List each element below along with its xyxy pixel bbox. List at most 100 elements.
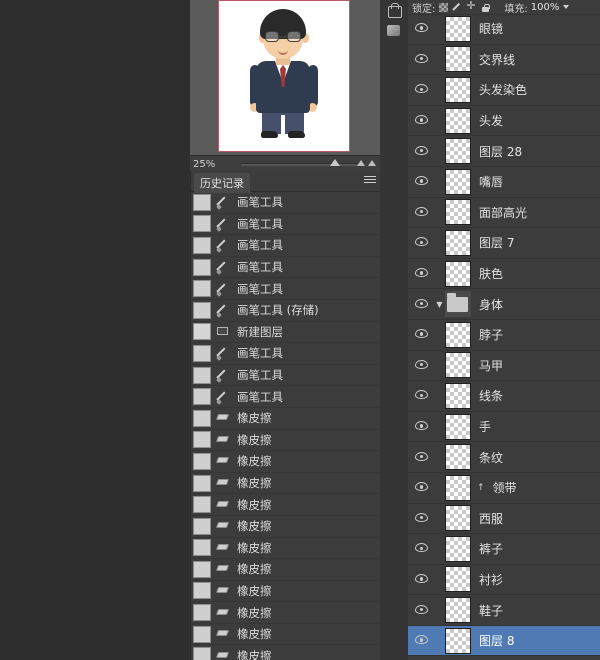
layer-name[interactable]: 头发染色 xyxy=(479,81,527,98)
table-row[interactable]: 脖子 xyxy=(408,320,600,351)
layer-visibility-toggle[interactable] xyxy=(408,512,434,525)
layer-thumbnail[interactable] xyxy=(445,566,471,593)
collapsed-panel-strip[interactable] xyxy=(380,0,409,660)
layer-thumbnail[interactable] xyxy=(445,76,471,103)
layer-name[interactable]: 图层 8 xyxy=(479,632,514,649)
layer-name[interactable]: 嘴唇 xyxy=(479,173,503,190)
lock-button-group[interactable] xyxy=(439,0,490,12)
layer-thumbnail[interactable] xyxy=(445,535,471,562)
layer-thumbnail[interactable] xyxy=(445,107,471,134)
layer-name[interactable]: 图层 28 xyxy=(479,143,522,160)
layer-thumbnail[interactable] xyxy=(445,597,471,624)
layer-name[interactable]: 交界线 xyxy=(479,51,515,68)
canvas-artboard[interactable] xyxy=(218,0,350,152)
history-panel[interactable]: 历史记录 画笔工具 画笔工具 画笔工具 画笔工具 画笔工具 画笔工具 (存储) … xyxy=(190,171,381,660)
layer-visibility-toggle[interactable] xyxy=(408,175,434,188)
layer-visibility-toggle[interactable] xyxy=(408,22,434,35)
zoom-slider[interactable] xyxy=(235,156,380,172)
tab-history[interactable]: 历史记录 xyxy=(194,173,250,193)
history-list[interactable]: 画笔工具 画笔工具 画笔工具 画笔工具 画笔工具 画笔工具 (存储) 新建图层 … xyxy=(191,192,381,660)
layer-name[interactable]: 领带 xyxy=(493,479,517,496)
list-item[interactable]: 新建图层 xyxy=(191,322,381,344)
zoom-slider-thumb[interactable] xyxy=(330,159,340,166)
lock-all-icon[interactable] xyxy=(481,3,490,12)
layer-thumbnail[interactable] xyxy=(445,474,471,501)
layers-panel[interactable]: 锁定: 填充: 100% 眼镜 xyxy=(408,0,600,660)
chevron-down-icon[interactable] xyxy=(563,5,570,9)
layer-name[interactable]: 衬衫 xyxy=(479,571,503,588)
group-disclosure-triangle-icon[interactable]: ▼ xyxy=(434,300,445,309)
list-item[interactable]: 橡皮擦 xyxy=(191,645,381,660)
layer-visibility-toggle[interactable] xyxy=(408,328,434,341)
table-row[interactable]: 图层 7 xyxy=(408,228,600,259)
layer-visibility-toggle[interactable] xyxy=(408,389,434,402)
panel-menu-icon[interactable] xyxy=(364,176,376,186)
layer-name[interactable]: 面部高光 xyxy=(479,204,527,221)
layer-name[interactable]: 头发 xyxy=(479,112,503,129)
table-row[interactable]: 面部高光 xyxy=(408,198,600,229)
layer-visibility-toggle[interactable] xyxy=(408,206,434,219)
layer-visibility-toggle[interactable] xyxy=(408,542,434,555)
table-row[interactable]: 西服 xyxy=(408,504,600,535)
zoom-level-value[interactable]: 25% xyxy=(190,159,235,170)
layer-thumbnail[interactable] xyxy=(445,413,471,440)
list-item[interactable]: 橡皮擦 xyxy=(191,516,381,538)
table-row[interactable]: 眼镜 xyxy=(408,14,600,45)
list-item[interactable]: 画笔工具 (存储) xyxy=(191,300,381,322)
layer-thumbnail[interactable] xyxy=(445,627,471,654)
layer-thumbnail[interactable] xyxy=(445,46,471,73)
layer-visibility-toggle[interactable] xyxy=(408,53,434,66)
table-row[interactable]: ↑ 领带 xyxy=(408,473,600,504)
layer-name[interactable]: 西服 xyxy=(479,510,503,527)
document-canvas-area[interactable] xyxy=(190,0,380,160)
table-row[interactable]: 线条 xyxy=(408,381,600,412)
history-panel-tabbar[interactable]: 历史记录 xyxy=(191,171,381,193)
layer-visibility-toggle[interactable] xyxy=(408,114,434,127)
layer-visibility-toggle[interactable] xyxy=(408,573,434,586)
layer-group-icon[interactable] xyxy=(445,291,471,318)
layer-visibility-toggle[interactable] xyxy=(408,359,434,372)
list-item[interactable]: 橡皮擦 xyxy=(191,581,381,603)
layer-name[interactable]: 鞋子 xyxy=(479,602,503,619)
list-item[interactable]: 橡皮擦 xyxy=(191,602,381,624)
list-item[interactable]: 画笔工具 xyxy=(191,235,381,257)
layer-thumbnail[interactable] xyxy=(445,15,471,42)
layer-thumbnail[interactable] xyxy=(445,352,471,379)
layer-thumbnail[interactable] xyxy=(445,229,471,256)
table-row[interactable]: 肤色 xyxy=(408,259,600,290)
layer-thumbnail[interactable] xyxy=(445,138,471,165)
list-item[interactable]: 画笔工具 xyxy=(191,214,381,236)
layer-thumbnail[interactable] xyxy=(445,199,471,226)
layer-thumbnail[interactable] xyxy=(445,444,471,471)
list-item[interactable]: 画笔工具 xyxy=(191,365,381,387)
layer-thumbnail[interactable] xyxy=(445,260,471,287)
list-item[interactable]: 橡皮擦 xyxy=(191,494,381,516)
layer-visibility-toggle[interactable] xyxy=(408,481,434,494)
layer-thumbnail[interactable] xyxy=(445,382,471,409)
layer-name[interactable]: 身体 xyxy=(479,296,503,313)
table-row[interactable]: 头发 xyxy=(408,106,600,137)
table-row[interactable]: 交界线 xyxy=(408,45,600,76)
layer-visibility-toggle[interactable] xyxy=(408,267,434,280)
layer-name[interactable]: 图层 7 xyxy=(479,234,514,251)
list-item[interactable]: 橡皮擦 xyxy=(191,473,381,495)
layer-list[interactable]: 眼镜 交界线 头发染色 头发 图层 28 嘴唇 面部高光 图层 7 肤色 ▼ 身… xyxy=(408,14,600,660)
zoom-status-bar[interactable]: 25% xyxy=(190,155,380,172)
layer-lock-row[interactable]: 锁定: 填充: 100% xyxy=(408,0,600,15)
list-item[interactable]: 橡皮擦 xyxy=(191,624,381,646)
list-item[interactable]: 橡皮擦 xyxy=(191,538,381,560)
layer-thumbnail[interactable] xyxy=(445,321,471,348)
table-row[interactable]: 头发染色 xyxy=(408,75,600,106)
layer-name[interactable]: 裤子 xyxy=(479,540,503,557)
table-row[interactable]: 手 xyxy=(408,412,600,443)
table-row[interactable]: 嘴唇 xyxy=(408,167,600,198)
list-item[interactable]: 橡皮擦 xyxy=(191,451,381,473)
layer-name[interactable]: 手 xyxy=(479,418,491,435)
swatch-tool-icon[interactable] xyxy=(385,22,403,40)
layer-thumbnail[interactable] xyxy=(445,505,471,532)
list-item[interactable]: 画笔工具 xyxy=(191,278,381,300)
table-row[interactable]: 衬衫 xyxy=(408,565,600,596)
list-item[interactable]: 橡皮擦 xyxy=(191,408,381,430)
table-row[interactable]: 图层 28 xyxy=(408,136,600,167)
list-item[interactable]: 画笔工具 xyxy=(191,192,381,214)
